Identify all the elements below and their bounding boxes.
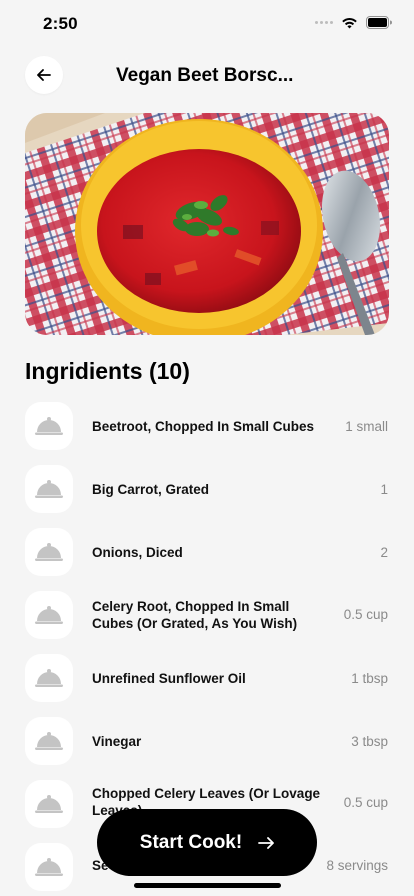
ingredient-name: Beetroot, Chopped In Small Cubes <box>92 419 315 434</box>
status-time: 2:50 <box>43 14 78 33</box>
cloche-icon <box>25 465 73 513</box>
home-indicator[interactable] <box>134 883 281 888</box>
cloche-icon <box>25 780 73 828</box>
cloche-icon <box>25 843 73 891</box>
ingredient-quantity: 0.5 cup <box>343 795 388 810</box>
start-cook-label: Start Cook! <box>139 831 243 853</box>
ingredient-row[interactable]: Celery Root, Chopped In Small Cubes (Or … <box>0 589 414 641</box>
ingredient-name: Big Carrot, Grated <box>92 482 210 497</box>
battery-icon <box>366 16 392 29</box>
ingredient-name: Celery Root, Chopped In Small Cubes (Or … <box>92 599 298 631</box>
ingredient-name: Onions, Diced <box>92 545 183 560</box>
ingredient-quantity: 8 servings <box>326 858 388 873</box>
cloche-icon <box>25 528 73 576</box>
ingredient-row[interactable]: Beetroot, Chopped In Small Cubes 1 small <box>0 400 414 452</box>
back-button[interactable] <box>25 56 63 94</box>
signal-icon <box>315 21 333 24</box>
start-cook-button[interactable]: Start Cook! <box>97 809 317 876</box>
status-bar: 2:50 <box>0 0 414 48</box>
cloche-icon <box>25 654 73 702</box>
ingredient-quantity: 1 small <box>345 419 388 434</box>
header: Vegan Beet Borsc... <box>0 56 414 96</box>
ingredient-name: Unrefined Sunflower Oil <box>92 671 246 686</box>
cloche-icon <box>25 402 73 450</box>
ingredient-row[interactable]: Vinegar 3 tbsp <box>0 715 414 767</box>
ingredient-row[interactable]: Unrefined Sunflower Oil 1 tbsp <box>0 652 414 704</box>
arrow-right-icon <box>258 836 275 849</box>
ingredient-row[interactable]: Onions, Diced 2 <box>0 526 414 578</box>
ingredient-row[interactable]: Big Carrot, Grated 1 <box>0 463 414 515</box>
ingredients-heading: Ingridients (10) <box>25 358 190 384</box>
ingredient-quantity: 1 tbsp <box>351 671 388 686</box>
cloche-icon <box>25 717 73 765</box>
ingredient-quantity: 2 <box>380 545 388 560</box>
wifi-icon <box>342 17 357 28</box>
arrow-left-icon <box>37 69 51 81</box>
ingredient-quantity: 1 <box>380 482 388 497</box>
cloche-icon <box>25 591 73 639</box>
ingredient-quantity: 3 tbsp <box>351 734 388 749</box>
page-title: Vegan Beet Borsc... <box>116 65 294 86</box>
recipe-image <box>25 113 389 335</box>
status-indicators <box>315 16 392 29</box>
ingredient-quantity: 0.5 cup <box>343 607 388 622</box>
ingredient-name: Vinegar <box>92 734 142 749</box>
